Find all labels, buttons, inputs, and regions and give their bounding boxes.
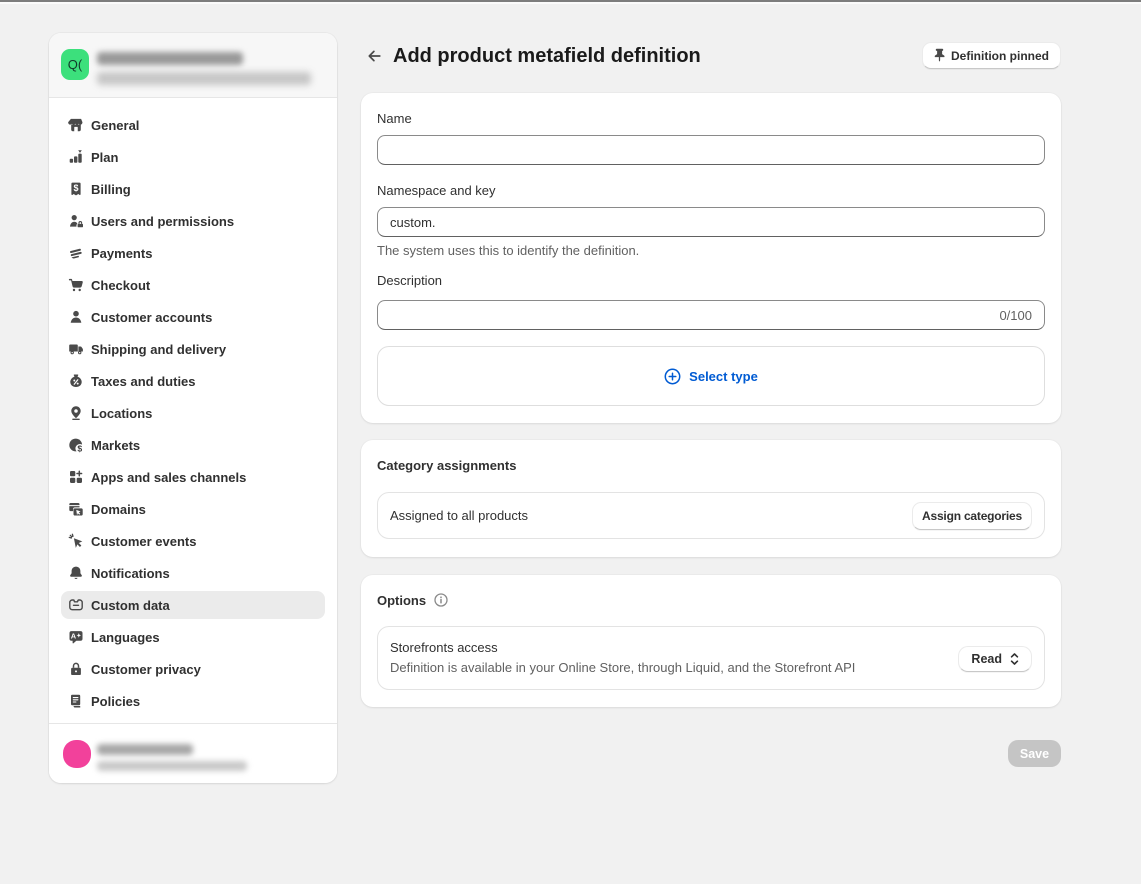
svg-text:$: $ — [77, 443, 82, 453]
svg-text:$: $ — [73, 183, 78, 193]
svg-text:A: A — [71, 632, 77, 641]
